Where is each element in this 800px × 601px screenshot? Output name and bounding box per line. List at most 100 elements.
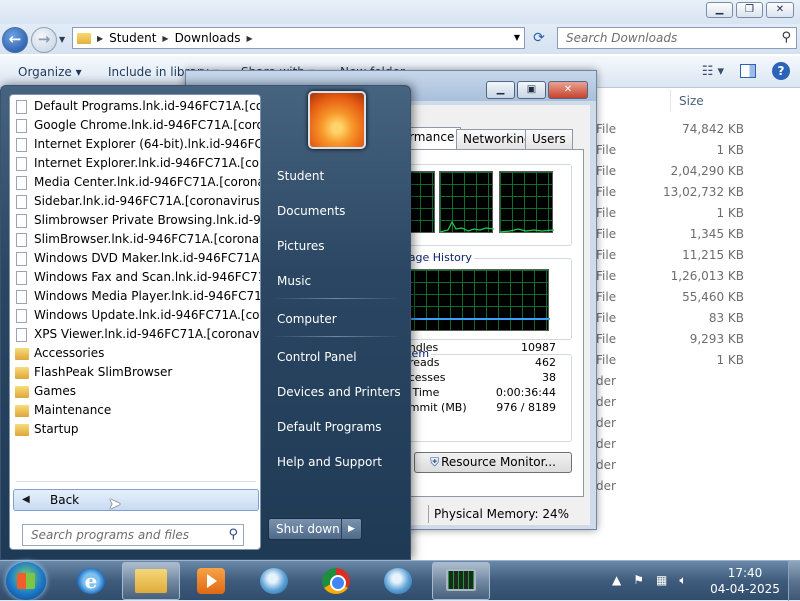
taskbar-internet-explorer[interactable]: e [62,562,120,600]
taskbar-media-player[interactable] [182,562,240,600]
taskbar-windows-explorer[interactable] [122,562,180,600]
program-shortcut-item[interactable]: Windows Update.lnk.id-946FC71A.[coronavi… [10,306,260,325]
cpu-graph-2 [439,171,494,233]
start-item-pictures[interactable]: Pictures [277,239,325,253]
program-shortcut-item[interactable]: Default Programs.lnk.id-946FC71A.[corona… [10,97,260,116]
file-row[interactable]: File 1,345 KB [590,224,790,245]
chevron-right-icon[interactable]: ▶ [246,34,252,43]
maximize-button[interactable]: ▣ [517,81,546,99]
program-shortcut-item[interactable]: Sidebar.lnk.id-946FC71A.[coronavirus@qq.… [10,192,260,211]
file-list: File 74,842 KB File 1 KB File 2,04,290 KB File… [590,119,790,497]
program-label: Media Center.lnk.id-946FC71A.[coronaviru… [34,175,260,189]
taskbar-slimbrowser[interactable] [245,562,303,600]
file-row[interactable]: der [590,371,790,392]
search-downloads-input[interactable]: Search Downloads ⚲ [557,27,797,49]
file-row[interactable]: File 13,02,732 KB [590,182,790,203]
show-hidden-icons-icon[interactable]: ▲ [612,573,621,588]
file-row[interactable]: der [590,476,790,497]
file-row[interactable]: der [590,413,790,434]
file-row[interactable]: File 9,293 KB [590,329,790,350]
program-folder-item[interactable]: Games [10,382,260,401]
file-row[interactable]: File 1,26,013 KB [590,266,790,287]
file-type: File [596,269,617,283]
windows-logo-icon [17,573,35,589]
file-row[interactable]: File 2,04,290 KB [590,161,790,182]
program-folder-item[interactable]: FlashPeak SlimBrowser [10,363,260,382]
address-bar[interactable]: ▶ Student ▶ Downloads ▶ ▼ [72,27,525,49]
minimize-button[interactable]: ▁ [706,2,733,18]
taskbar-slimbrowser-2[interactable] [369,562,427,600]
minimize-button[interactable]: ▁ [486,81,515,99]
start-item-computer[interactable]: Computer [277,312,337,326]
start-item-help-support[interactable]: Help and Support [277,455,382,469]
taskbar-chrome[interactable] [307,562,365,600]
help-icon[interactable]: ? [772,62,790,80]
search-programs-input[interactable]: Search programs and files ⚲ [22,524,244,546]
file-row[interactable]: File 11,215 KB [590,245,790,266]
preview-pane-icon[interactable] [740,64,756,78]
start-item-music[interactable]: Music [277,274,311,288]
start-button[interactable] [6,562,46,600]
refresh-icon[interactable]: ⟳ [528,27,550,49]
program-shortcut-item[interactable]: Windows DVD Maker.lnk.id-946FC71A.[coron [10,249,260,268]
shut-down-button[interactable]: Shut down ▶ [268,518,362,540]
start-item-student[interactable]: Student [277,169,324,183]
tab-users[interactable]: Users [525,129,573,149]
file-row[interactable]: der [590,455,790,476]
program-shortcut-item[interactable]: Internet Explorer (64-bit).lnk.id-946FC7… [10,135,260,154]
file-row[interactable]: File 1 KB [590,350,790,371]
program-shortcut-item[interactable]: Media Center.lnk.id-946FC71A.[coronaviru… [10,173,260,192]
program-shortcut-item[interactable]: Google Chrome.lnk.id-946FC71A.[coronavir… [10,116,260,135]
program-folder-item[interactable]: Accessories [10,344,260,363]
search-icon[interactable]: ⚲ [781,30,791,45]
file-row[interactable]: File 74,842 KB [590,119,790,140]
file-row[interactable]: File 55,460 KB [590,287,790,308]
clock[interactable]: 17:40 04-04-2025 [706,565,784,597]
breadcrumb-downloads[interactable]: Downloads [175,31,241,45]
close-button[interactable]: ✕ [548,81,588,99]
show-desktop-button[interactable] [788,561,800,601]
start-item-documents[interactable]: Documents [277,204,345,218]
network-icon[interactable]: ▦ [656,573,667,588]
resource-monitor-button[interactable]: ⛨ Resource Monitor... [414,452,572,473]
file-row[interactable]: File 1 KB [590,140,790,161]
action-center-flag-icon[interactable]: ⚑ [633,573,644,588]
start-item-default-programs[interactable]: Default Programs [277,420,382,434]
file-row[interactable]: File 83 KB [590,308,790,329]
forward-arrow-icon[interactable]: → [31,27,57,53]
close-button[interactable]: ✕ [766,2,794,18]
back-button[interactable]: ◀ Back [13,489,259,511]
column-header-size[interactable]: Size [670,90,800,112]
program-shortcut-item[interactable]: Windows Media Player.lnk.id-946FC71A.[co… [10,287,260,306]
file-row[interactable]: File 1 KB [590,203,790,224]
start-item-control-panel[interactable]: Control Panel [277,350,357,364]
file-row[interactable]: der [590,392,790,413]
shut-down-options-arrow-icon[interactable]: ▶ [341,519,361,539]
clock-date: 04-04-2025 [710,582,780,596]
program-folder-item[interactable]: Startup [10,420,260,439]
program-label: Games [34,384,76,398]
maximize-button[interactable]: ❐ [736,2,763,18]
program-shortcut-item[interactable]: SlimBrowser.lnk.id-946FC71A.[coronavirus… [10,230,260,249]
breadcrumb-student[interactable]: Student [109,31,156,45]
program-shortcut-item[interactable]: Internet Explorer.lnk.id-946FC71A.[coron… [10,154,260,173]
search-icon[interactable]: ⚲ [228,527,238,542]
organize-button[interactable]: Organize ▾ [18,65,82,79]
notification-area: ▲ ⚑ ▦ 🔈︎ [612,573,687,588]
program-folder-item[interactable]: Maintenance [10,401,260,420]
taskbar-task-manager[interactable] [432,562,490,600]
program-shortcut-item[interactable]: XPS Viewer.lnk.id-946FC71A.[coronavirus@… [10,325,260,344]
back-arrow-icon[interactable]: ← [2,27,28,53]
file-row[interactable]: der [590,434,790,455]
start-item-devices-printers[interactable]: Devices and Printers [277,385,401,399]
chevron-right-icon[interactable]: ▶ [162,34,168,43]
program-shortcut-item[interactable]: Windows Fax and Scan.lnk.id-946FC71A.[co… [10,268,260,287]
recent-pages-chevron-icon[interactable]: ▼ [59,35,65,44]
chevron-right-icon[interactable]: ▶ [97,34,103,43]
change-view-icon[interactable]: ☷ ▾ [702,64,724,79]
address-dropdown-icon[interactable]: ▼ [514,33,520,42]
user-picture-flower[interactable] [308,91,366,149]
memory-history-group: Usage History [388,251,572,340]
volume-icon[interactable]: 🔈︎ [679,573,686,588]
program-shortcut-item[interactable]: Slimbrowser Private Browsing.lnk.id-946F… [10,211,260,230]
